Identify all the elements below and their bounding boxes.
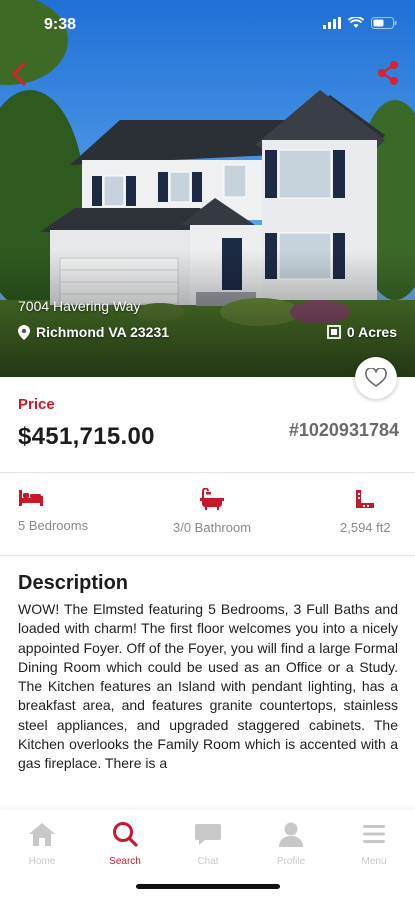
tab-search[interactable]: Search: [95, 820, 155, 867]
tab-menu[interactable]: Menu: [344, 820, 404, 867]
city-label: Richmond VA 23231: [36, 324, 170, 340]
wifi-icon: [348, 17, 364, 28]
tab-label: Menu: [361, 856, 387, 867]
divider: [0, 555, 415, 556]
acres-row: 0 Acres: [327, 324, 397, 340]
feature-label: 3/0 Bathroom: [173, 520, 252, 535]
lot-size-icon: [327, 325, 341, 339]
mls-number: #1020931784: [288, 420, 399, 440]
acres-label: 0 Acres: [346, 324, 397, 340]
tab-label: Profile: [276, 856, 306, 867]
tab-label: Chat: [197, 856, 219, 867]
bed-icon: [19, 490, 43, 506]
profile-icon: [279, 822, 303, 847]
property-photo[interactable]: 9:38 7004 Havering Way Richmond VA 23231…: [0, 0, 415, 377]
share-icon: [378, 61, 398, 85]
bathtub-icon: [200, 488, 225, 510]
tab-chat[interactable]: Chat: [178, 820, 238, 867]
feature-label: 5 Bedrooms: [18, 518, 89, 533]
status-time: 9:38: [44, 16, 77, 33]
heart-icon: [365, 368, 387, 387]
menu-icon: [363, 825, 385, 843]
price-label: Price: [18, 396, 55, 413]
status-icons: [323, 17, 397, 29]
divider: [0, 472, 415, 473]
share-button[interactable]: [375, 60, 403, 88]
city-row: Richmond VA 23231: [18, 324, 169, 340]
feature-area: 2,594 ft2: [340, 488, 391, 535]
price-value: $451,715.00: [18, 423, 155, 450]
search-icon: [113, 822, 138, 847]
favorite-button[interactable]: [355, 357, 397, 399]
tab-home[interactable]: Home: [12, 820, 72, 867]
tab-label: Home: [28, 856, 56, 867]
home-icon: [29, 823, 55, 846]
home-indicator[interactable]: [136, 884, 280, 889]
street-address: 7004 Havering Way: [18, 298, 141, 314]
feature-label: 2,594 ft2: [340, 520, 391, 535]
chat-icon: [195, 824, 221, 845]
house-image: [0, 0, 415, 377]
tab-label: Search: [109, 856, 141, 867]
battery-icon: [371, 17, 397, 29]
area-icon: [356, 490, 375, 508]
description-title: Description: [18, 572, 129, 594]
back-button[interactable]: [6, 58, 32, 90]
signal-icon: [323, 17, 341, 29]
tab-profile[interactable]: Profile: [261, 820, 321, 867]
description-body: WOW! The Elmsted featuring 5 Bedrooms, 3…: [18, 601, 398, 772]
chevron-left-icon: [12, 62, 26, 86]
feature-bedrooms: 5 Bedrooms: [18, 488, 88, 533]
feature-bathrooms: 3/0 Bathroom: [173, 488, 251, 535]
status-bar: 9:38: [0, 0, 415, 52]
location-pin-icon: [18, 324, 30, 340]
